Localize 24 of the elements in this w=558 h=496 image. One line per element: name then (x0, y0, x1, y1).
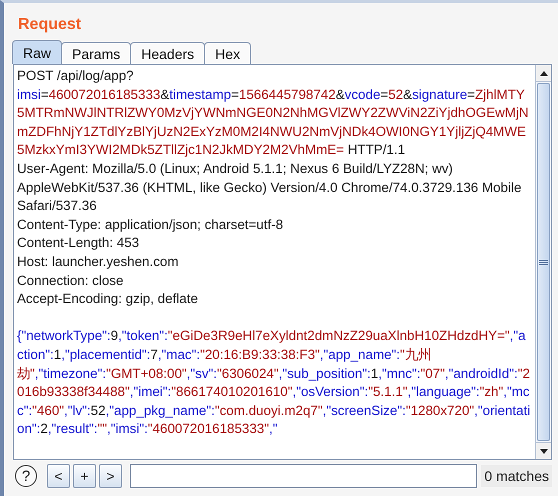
tab[interactable]: Params (61, 42, 132, 64)
header-line: Accept-Encoding: gzip, deflate (17, 290, 199, 308)
scroll-thumb[interactable] (537, 83, 550, 441)
search-nav-button[interactable]: + (73, 464, 96, 488)
header-line: Content-Length: 453 (17, 234, 140, 252)
tab[interactable]: Headers (130, 42, 206, 64)
help-button[interactable]: ? (15, 465, 37, 487)
header-line: User-Agent: Mozilla/5.0 (Linux; Android 5.1.1; Nexus 6 Build/LYZ28N; wv) AppleWebKit/537.36 (KHTML, like Gecko) Version/4.0 Chrome/74.0.3729.136 Mobile Safari/537.36 (17, 160, 522, 216)
tab[interactable]: Raw (12, 40, 62, 64)
header-line: Connection: close (17, 272, 124, 290)
up-arrow-icon[interactable] (540, 70, 548, 76)
panel-title: Request (17, 15, 82, 35)
tab[interactable]: Hex (204, 42, 252, 64)
match-count: 0 matches (481, 465, 552, 487)
search-nav-button[interactable]: > (99, 464, 122, 488)
scrollbar[interactable] (535, 65, 551, 459)
grip-icon (539, 260, 548, 264)
request-line: POST /api/log/app? imsi=460072016185333&timestamp=1566445798742&vcode=52&signature=ZjhlMTY5MTRmNWJlNTRlZWY0MzVjYWNmNGE0N2NhMGVlZWY2ZWViN2ZiYjdhOGEwMjNmZDFhNjY1ZTdlYzBlYjUzN2ExYzM0M2I4NWU2NmVjNDk4OWI0NGY1YjljZjQ4MWE5MzkxYmI3YWI2MDk5ZTllZjc1N2JkMDY2M2VhMmE= HTTP/1.1 (17, 67, 530, 160)
header-line: Host: launcher.yeshen.com (17, 252, 180, 271)
down-arrow-icon[interactable] (540, 448, 548, 454)
json-body: {"networkType":9,"token":"eGiDe3R9eHl7eXyldnt2dmNzZ29uaXlnbH10ZHdzdHY=","action":1,"placementid":7,"mac":"20:16:B9:33:38:F3","app_name":"九州劫","timezone":"GMT+08:00","sv":"6306024","sub_position":1,"mnc":"07","androidId":"2016b93338f34488","imei":"866174010201610","osVersion":"5.1.1","language":"zh","mcc":"460","lv":52,"app_pkg_name":"com.duoyi.m2q7","screenSize":"1280x720","orientation":2,"result":"","imsi":"460072016185333"," (17, 327, 532, 438)
search-nav-button[interactable]: < (47, 464, 70, 488)
search-field[interactable] (130, 464, 478, 488)
header-line: Content-Type: application/json; charset=utf-8 (17, 216, 284, 234)
